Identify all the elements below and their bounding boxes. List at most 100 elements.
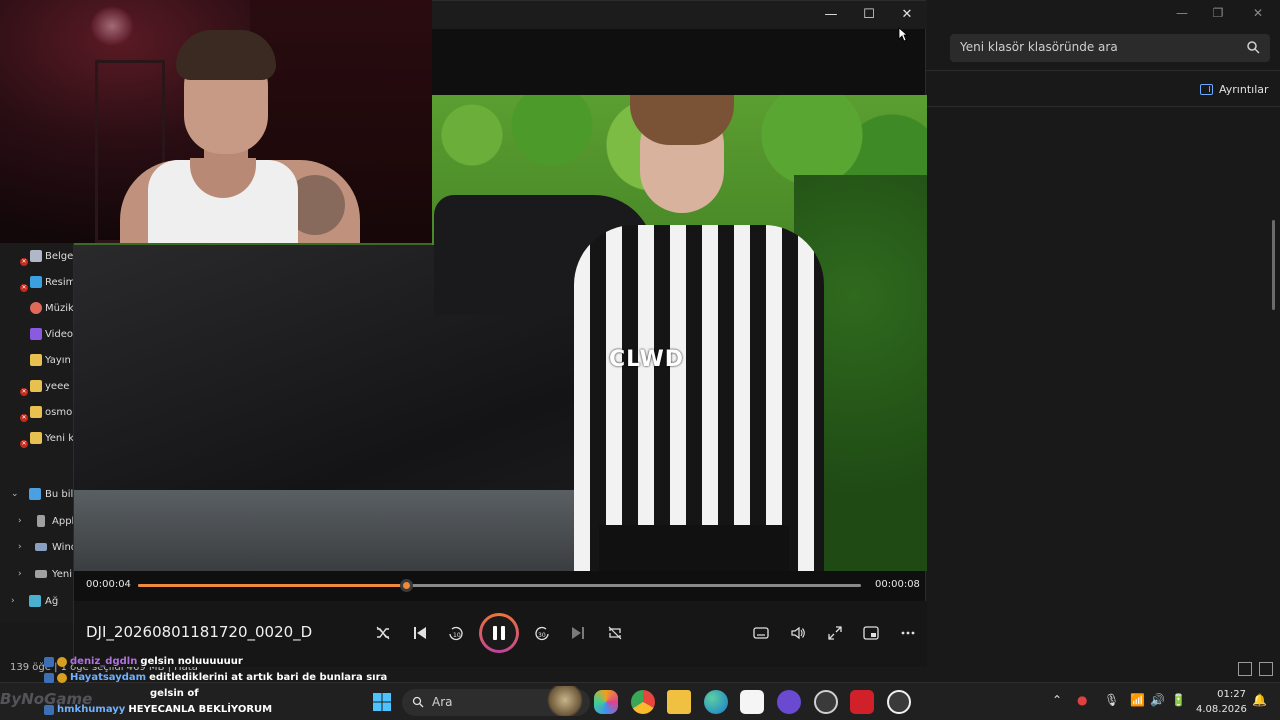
nav-item-music[interactable]: Müzik (0, 295, 74, 321)
chevron-up-icon[interactable]: ⌃ (1052, 693, 1062, 707)
nav-item-folder[interactable]: ✕ yeee (0, 373, 74, 399)
miniplayer-icon (863, 626, 879, 640)
nav-item-network[interactable]: › Ağ (0, 588, 74, 614)
current-time: 00:00:04 (86, 579, 131, 590)
media-player-taskbar-icon[interactable] (887, 690, 911, 714)
stream-chat-overlay: deniz_dgdln gelsin noluuuuuur Hayatsayda… (44, 654, 404, 720)
video-filename: DJI_20260801181720_0020_D (86, 623, 313, 641)
badge-icon (57, 672, 67, 683)
svg-text:10: 10 (453, 632, 461, 639)
videos-icon (30, 328, 42, 340)
pictures-icon (30, 276, 42, 288)
chat-username: deniz_dgdln (70, 656, 138, 667)
previous-button[interactable] (409, 622, 431, 644)
nav-item-documents[interactable]: ✕ Belgel (0, 243, 74, 269)
video-person-shirt (574, 225, 824, 571)
clock-date: 4.08.2026 (1196, 704, 1247, 715)
details-pane-icon (1200, 83, 1213, 95)
chevron-right-icon[interactable]: › (11, 596, 15, 606)
minimize-icon[interactable]: — (822, 6, 840, 24)
nav-item-drive[interactable]: › Appl (0, 508, 74, 534)
app-l-icon[interactable] (850, 690, 874, 714)
chat-text: HEYECANLA BEKLİYORUM (128, 704, 273, 715)
nav-item-this-pc[interactable]: ⌄ Bu bil (0, 481, 74, 507)
badge-icon (44, 656, 54, 667)
proton-vpn-icon[interactable] (777, 690, 801, 714)
error-badge-icon: ✕ (20, 414, 28, 422)
ceiling-light (90, 6, 134, 46)
wifi-icon[interactable]: 📶 (1130, 693, 1145, 707)
nav-item-folder[interactable]: ✕ Yeni kl (0, 425, 74, 451)
microphone-icon[interactable]: 🎙 (1104, 693, 1119, 707)
nav-item-label: Resim (45, 276, 74, 288)
volume-button[interactable] (787, 622, 809, 644)
pause-button[interactable] (479, 613, 519, 653)
forward-30-button[interactable]: 30 (531, 622, 553, 644)
badge-icon (44, 672, 54, 683)
chevron-right-icon[interactable]: › (18, 516, 22, 526)
search-placeholder: Ara (432, 695, 453, 709)
repeat-button[interactable] (604, 622, 626, 644)
rewind-10-icon: 10 (449, 626, 463, 641)
obs-icon[interactable] (814, 690, 838, 714)
chevron-down-icon[interactable]: ⌄ (11, 489, 19, 499)
close-icon[interactable]: ✕ (898, 6, 916, 24)
folder-icon (30, 406, 42, 418)
search-icon (1247, 41, 1260, 54)
nav-item-videos[interactable]: Video (0, 321, 74, 347)
miniplayer-button[interactable] (860, 622, 882, 644)
more-icon (901, 631, 915, 635)
close-icon[interactable]: ✕ (1248, 4, 1268, 22)
chevron-right-icon[interactable]: › (18, 542, 22, 552)
notification-icon[interactable]: 🔔 (1252, 693, 1267, 707)
maximize-icon[interactable]: ☐ (860, 6, 878, 24)
pause-bar (493, 626, 497, 640)
nav-item-pictures[interactable]: ✕ Resim (0, 269, 74, 295)
store-icon[interactable] (740, 690, 764, 714)
seek-thumb[interactable] (399, 579, 413, 592)
minimize-icon[interactable]: — (1172, 4, 1192, 22)
drive-icon (35, 543, 47, 551)
pause-bar (501, 626, 505, 640)
nav-item-drive[interactable]: › Yeni (0, 561, 74, 587)
more-options-button[interactable] (897, 622, 919, 644)
battery-icon[interactable]: 🔋 (1171, 693, 1186, 707)
next-button[interactable] (567, 622, 589, 644)
subtitles-button[interactable] (750, 622, 772, 644)
scrollbar[interactable] (1272, 220, 1275, 310)
explorer-search-input[interactable]: Yeni klasör klasöründe ara (950, 34, 1270, 62)
file-explorer-icon[interactable] (667, 690, 691, 714)
seek-bar[interactable]: 00:00:04 00:00:08 (74, 571, 927, 599)
fullscreen-button[interactable] (824, 622, 846, 644)
rewind-10-button[interactable]: 10 (445, 622, 467, 644)
chrome-icon[interactable] (631, 690, 655, 714)
edge-icon[interactable] (704, 690, 728, 714)
chat-username: Hayatsaydam (70, 672, 147, 683)
streamer-hair (176, 30, 276, 80)
network-icon (29, 595, 41, 607)
search-highlight-image[interactable] (545, 686, 585, 716)
clock[interactable]: 01:27 4.08.2026 (1196, 687, 1247, 717)
svg-text:30: 30 (538, 632, 546, 639)
nav-item-label: Ağ (45, 595, 59, 607)
nav-item-folder[interactable]: ✕ osmo (0, 399, 74, 425)
details-view-icon[interactable] (1238, 662, 1252, 676)
seek-track[interactable] (138, 579, 861, 592)
shuffle-button[interactable] (372, 622, 394, 644)
volume-icon[interactable]: 🔊 (1150, 693, 1165, 707)
chevron-right-icon[interactable]: › (18, 569, 22, 579)
copilot-icon[interactable] (594, 690, 618, 714)
chat-text: gelsin of (150, 688, 199, 699)
details-button[interactable]: Ayrıntılar (1200, 80, 1269, 98)
explorer-titlebar: — ❐ ✕ (926, 0, 1280, 28)
nav-item-drive[interactable]: › Wind (0, 534, 74, 560)
nav-item-folder[interactable]: Yayın (0, 347, 74, 373)
tiles-view-icon[interactable] (1259, 662, 1273, 676)
recording-icon[interactable]: ● (1077, 693, 1087, 707)
computer-icon (29, 488, 41, 500)
nav-item-label: Müzik (45, 302, 74, 314)
error-badge-icon: ✕ (20, 258, 28, 266)
drive-icon (37, 515, 45, 527)
restore-icon[interactable]: ❐ (1208, 4, 1228, 22)
next-icon (572, 627, 584, 639)
